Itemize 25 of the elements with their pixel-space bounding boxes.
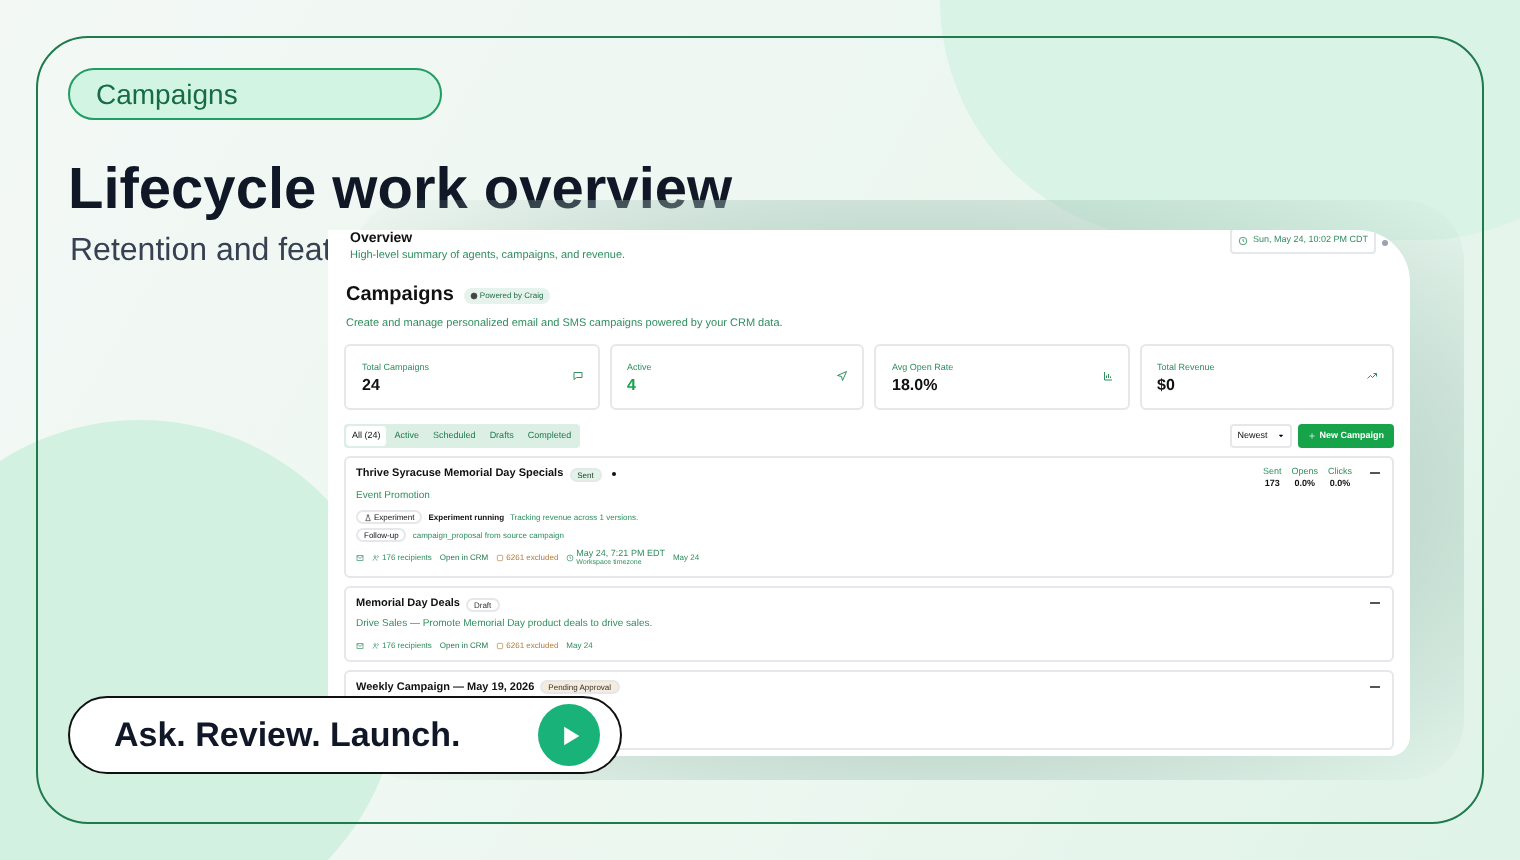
plus-icon <box>1307 432 1316 441</box>
people-icon <box>372 554 380 562</box>
send-icon <box>836 370 848 383</box>
trend-icon <box>1366 370 1378 383</box>
flask-icon <box>364 513 372 521</box>
stat-value: 4 <box>627 374 636 397</box>
stat-value: 24 <box>362 374 380 397</box>
play-button[interactable] <box>538 704 600 766</box>
cta-text: Ask. Review. Launch. <box>114 713 461 758</box>
subheadline: Retention and feat <box>70 232 332 272</box>
stat-value: $0 <box>1157 374 1175 397</box>
chat-icon <box>571 370 583 383</box>
headline: Lifecycle work overview <box>68 156 733 224</box>
category-badge: Campaigns <box>68 68 442 120</box>
clock-icon <box>1238 236 1249 246</box>
stat-value: 18.0% <box>892 374 938 397</box>
mail-icon <box>356 641 364 650</box>
chart-icon <box>1101 370 1113 383</box>
cta-pill[interactable]: Ask. Review. Launch. <box>68 696 622 774</box>
mail-icon <box>356 554 364 562</box>
square-icon <box>496 641 505 650</box>
section-title: Campaigns <box>346 282 454 310</box>
square-icon <box>496 554 505 562</box>
people-icon <box>372 641 380 650</box>
clock-icon <box>566 554 575 562</box>
